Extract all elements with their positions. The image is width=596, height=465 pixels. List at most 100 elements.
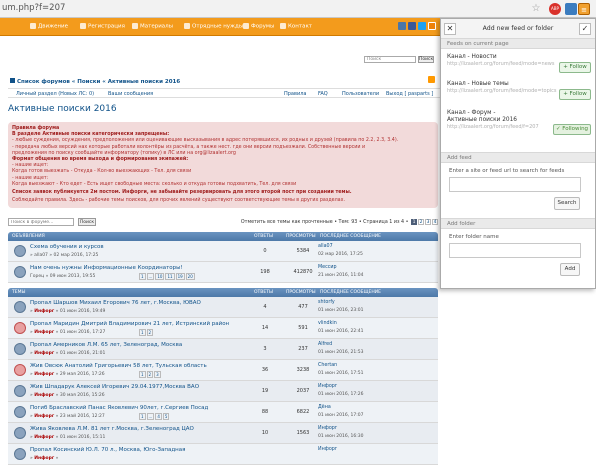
members-link[interactable]: Пользователи (342, 91, 379, 97)
page-link[interactable]: 2 (418, 219, 424, 225)
topic-row[interactable]: Жив Овсюк Анатолий Григорьевич 58 лет, Т… (8, 360, 438, 381)
nav-item-squad-needs[interactable]: Отрядные нужды (184, 23, 243, 30)
page-link[interactable]: 1 (411, 219, 417, 225)
announcement-row[interactable]: Схема обучения и курсов » alla07 » 02 ма… (8, 241, 438, 262)
topic-meta: » Инфорг » 30 мая 2016, 15:26 (30, 393, 105, 398)
check-icon[interactable]: ✓ (579, 23, 591, 35)
topic-page-link[interactable]: 5 (162, 413, 170, 420)
topic-title[interactable]: Жив Овсюк Анатолий Григорьевич 58 лет, Т… (30, 363, 207, 369)
topic-title[interactable]: Нам очень нужны Информационные Координат… (30, 265, 183, 271)
your-posts-link[interactable]: Ваши сообщения (108, 91, 153, 97)
topic-page-link[interactable]: 1 (139, 273, 146, 280)
page-link[interactable]: 3 (425, 219, 431, 225)
adblock-icon[interactable]: ABP (549, 3, 561, 15)
topic-page-link[interactable]: 1 (139, 371, 146, 378)
topic-page-link[interactable]: 1 (139, 329, 146, 336)
vk-icon[interactable] (398, 22, 406, 30)
view-count: 2037 (296, 388, 310, 394)
last-post-author[interactable]: Alfred (318, 342, 332, 347)
logout-link[interactable]: Выход [ pasparts ] (386, 91, 433, 97)
feed-url: http://lizaalert.org/forum/feed/mode=new… (447, 61, 555, 67)
topic-page-link[interactable]: 19 (175, 273, 185, 280)
topic-author[interactable]: Инфорг (34, 372, 54, 377)
faq-link[interactable]: FAQ (318, 91, 328, 97)
col-views: ПРОСМОТРЫ (286, 234, 316, 239)
extension-icon[interactable] (565, 3, 577, 15)
topic-title[interactable]: Пропал Амерников Л.М. 65 лет, Зеленоград… (30, 342, 182, 348)
topic-page-link[interactable]: 2 (146, 329, 154, 336)
search-feed-button[interactable]: Search (554, 197, 580, 210)
topic-row[interactable]: Жив Шпадарук Алексей Игоревич 29.04.1977… (8, 381, 438, 402)
topic-author[interactable]: Инфорг (34, 456, 54, 461)
topic-row[interactable]: Пропал Шаршов Михаил Егорович 76 лет, г.… (8, 297, 438, 318)
topic-author[interactable]: Инфорг (34, 351, 54, 356)
last-post-author[interactable]: vlindkin (318, 321, 337, 326)
topic-page-link[interactable]: 20 (185, 273, 195, 280)
nav-item-registration[interactable]: Регистрация (80, 23, 125, 30)
follow-button[interactable]: + Follow (559, 62, 591, 73)
topic-row[interactable]: Погиб Браславский Панас Яковлевич 90лет,… (8, 402, 438, 423)
topic-row[interactable]: Пропал Маридин Дмитрий Владимирович 21 л… (8, 318, 438, 339)
follow-button[interactable]: + Follow (559, 89, 591, 100)
topic-meta: » Инфорг » 01 июн 2016, 19:49 (30, 309, 106, 314)
topic-title[interactable]: Погиб Браславский Панас Яковлевич 90лет,… (30, 405, 208, 411)
topic-title[interactable]: Пропал Шаршов Михаил Егорович 76 лет, г.… (30, 300, 201, 306)
folder-name-label: Enter folder name (449, 234, 499, 240)
topic-page-link[interactable]: 11 (165, 273, 175, 280)
topic-row[interactable]: Пропал Косинский Ю.Л. 70 л., Москва, Юго… (8, 444, 438, 465)
topic-page-link[interactable]: 10 (155, 273, 165, 280)
nav-item-movement[interactable]: Движение (30, 23, 68, 30)
nav-item-forums[interactable]: Форумы (243, 23, 274, 30)
topic-date: 01 июн 2016, 17:27 (59, 330, 106, 335)
odnoklassniki-icon[interactable] (428, 22, 436, 30)
twitter-icon[interactable] (418, 22, 426, 30)
feed-url-input[interactable] (449, 177, 581, 192)
pagination: Отметить все темы как прочтенные • Тем: … (241, 219, 438, 225)
forum-search-input[interactable]: Поиск (364, 56, 416, 63)
topic-page-link[interactable]: 1 (139, 413, 146, 420)
topic-author[interactable]: Инфорг (34, 414, 54, 419)
folder-name-input[interactable] (449, 243, 581, 258)
last-post-author[interactable]: alla07 (318, 244, 333, 249)
topic-author[interactable]: Инфорг (34, 393, 54, 398)
topic-author[interactable]: Инфорг (34, 309, 54, 314)
following-button[interactable]: ✓ Following (553, 124, 591, 135)
rss-extension-icon[interactable]: ≡ (578, 3, 590, 15)
star-icon[interactable]: ☆ (530, 3, 542, 15)
rules-link[interactable]: Правила (284, 91, 306, 97)
last-post-author[interactable]: Chertan (318, 363, 337, 368)
topic-row[interactable]: Жива Яковлева Л.М. 81 лет г.Москва, г.Зе… (8, 423, 438, 444)
topic-title[interactable]: Пропал Маридин Дмитрий Владимирович 21 л… (30, 321, 229, 327)
nav-item-contact[interactable]: Контакт (280, 23, 312, 30)
topic-search-input[interactable] (8, 218, 74, 226)
last-post-author[interactable]: shtorfy (318, 300, 335, 305)
topic-search-button[interactable]: Поиск (78, 218, 96, 226)
topic-page-link[interactable]: 2 (146, 371, 154, 378)
topic-page-link[interactable]: 4 (155, 413, 162, 420)
topic-title[interactable]: Пропал Косинский Ю.Л. 70 л., Москва, Юго… (30, 447, 185, 453)
last-post-author[interactable]: Инфорг (318, 384, 337, 389)
announcement-row[interactable]: Нам очень нужны Информационные Координат… (8, 262, 438, 283)
topic-title[interactable]: Жива Яковлева Л.М. 81 лет г.Москва, г.Зе… (30, 426, 194, 432)
last-post-author[interactable]: Инфорг (318, 447, 337, 452)
topic-page-link[interactable]: 3 (154, 371, 161, 378)
forum-search-button[interactable]: Поиск (418, 56, 434, 63)
last-post-author[interactable]: Инфорг (318, 426, 337, 431)
topic-title[interactable]: Схема обучения и курсов (30, 244, 104, 250)
topic-author[interactable]: Инфорг (34, 330, 54, 335)
breadcrumb[interactable]: Список форумов « Поиски « Активные поиск… (10, 78, 180, 85)
last-post-author[interactable]: Дёна (318, 405, 331, 410)
url-bar[interactable]: um.php?f=207 (2, 3, 65, 13)
private-messages-link[interactable]: Личный раздел (Новых ЛС: 0) (16, 91, 94, 97)
add-folder-button[interactable]: Add (560, 263, 580, 276)
topic-title[interactable]: Жив Шпадарук Алексей Игоревич 29.04.1977… (30, 384, 199, 390)
nav-item-materials[interactable]: Материалы (132, 23, 173, 30)
rss-feed-icon[interactable] (428, 76, 435, 83)
page-link[interactable]: 4 (432, 219, 438, 225)
topic-author[interactable]: Инфорг (34, 435, 54, 440)
view-count: 3238 (296, 367, 310, 373)
facebook-icon[interactable] (408, 22, 416, 30)
last-post-author[interactable]: Мессир (318, 265, 337, 270)
topic-page-link[interactable]: ... (146, 413, 155, 420)
topic-row[interactable]: Пропал Амерников Л.М. 65 лет, Зеленоград… (8, 339, 438, 360)
